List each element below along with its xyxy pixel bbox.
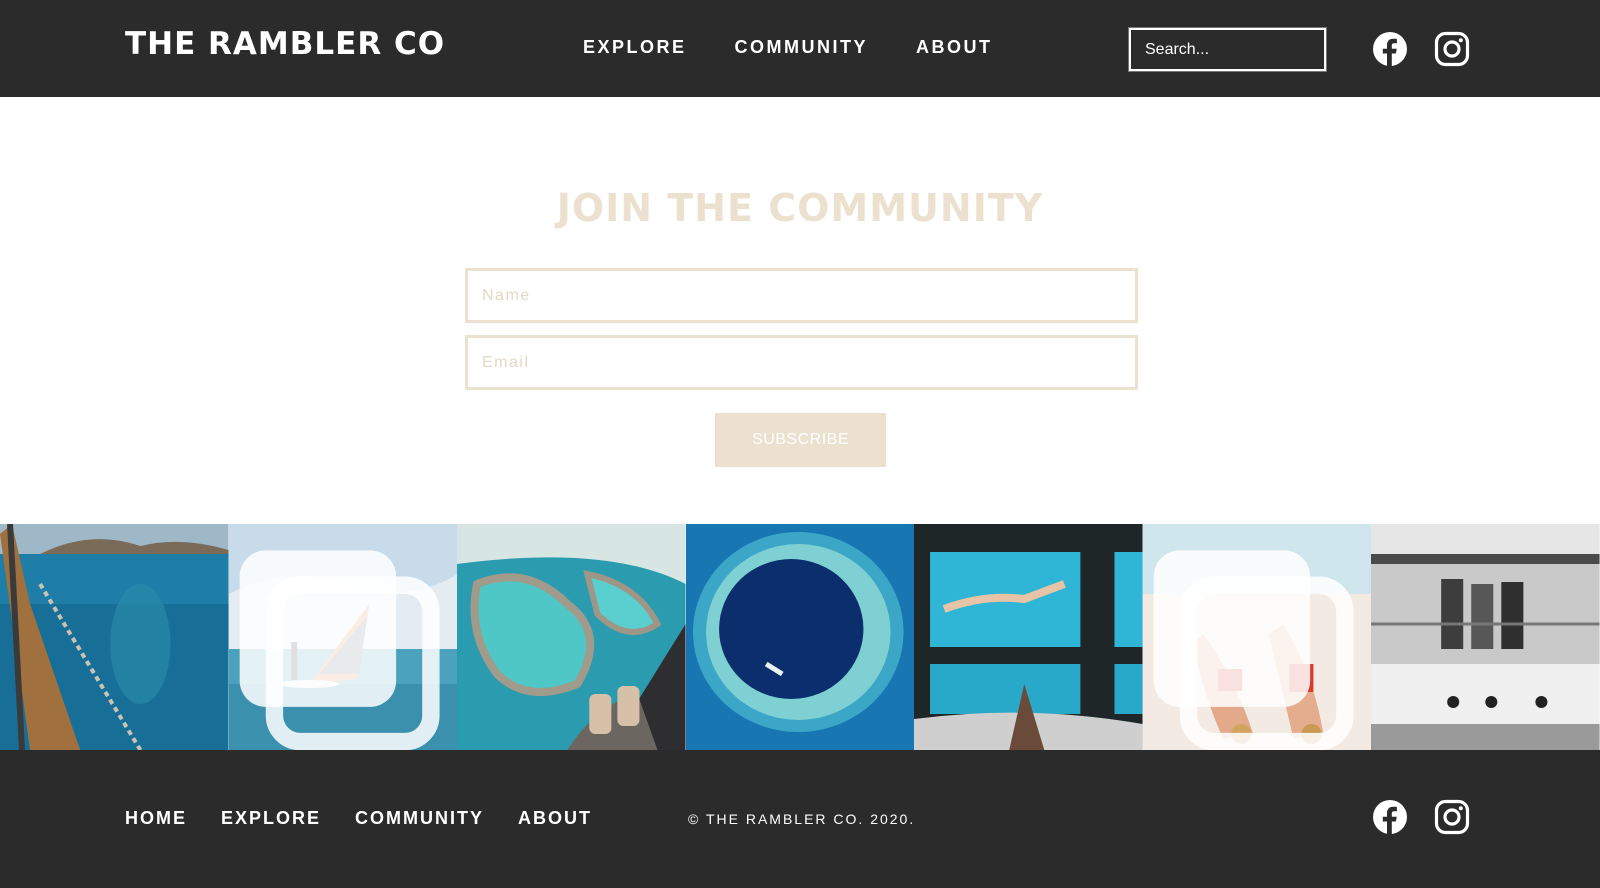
multi-photo-icon [1153, 550, 1354, 750]
site-logo[interactable]: THE RAMBLER CO [125, 26, 445, 62]
gallery-photo-windsurfer[interactable] [228, 524, 458, 750]
name-field[interactable] [465, 268, 1138, 323]
footer-nav-home[interactable]: HOME [125, 808, 187, 829]
photo-boat-bow [0, 524, 229, 750]
subscribe-button[interactable]: SUBSCRIBE [715, 413, 886, 467]
instagram-icon [1434, 31, 1470, 67]
photo-vintage-boat [1371, 524, 1600, 750]
instagram-link[interactable] [1434, 31, 1470, 67]
main-nav: EXPLORE COMMUNITY ABOUT [583, 37, 1041, 58]
photo-underwater-window [914, 524, 1143, 750]
facebook-icon [1373, 32, 1407, 66]
footer-nav-about[interactable]: ABOUT [518, 808, 592, 829]
facebook-link[interactable] [1372, 31, 1408, 67]
multi-photo-icon [239, 550, 440, 750]
gallery-photo-beach-women[interactable] [1142, 524, 1372, 750]
facebook-link[interactable] [1372, 799, 1408, 835]
facebook-icon [1373, 800, 1407, 834]
gallery-photo-vintage-boat[interactable] [1371, 524, 1600, 750]
photo-aerial-reef [457, 524, 686, 750]
header-social-links [1372, 31, 1470, 67]
site-footer: HOME EXPLORE COMMUNITY ABOUT © THE RAMBL… [0, 750, 1600, 888]
instagram-gallery [0, 524, 1600, 750]
site-header: THE RAMBLER CO EXPLORE COMMUNITY ABOUT [0, 0, 1600, 97]
photo-blue-hole [685, 524, 915, 750]
nav-about[interactable]: ABOUT [916, 37, 993, 58]
copyright-text: © THE RAMBLER CO. 2020. [688, 811, 916, 827]
footer-nav: HOME EXPLORE COMMUNITY ABOUT [125, 808, 626, 829]
gallery-photo-aerial-reef[interactable] [457, 524, 686, 750]
footer-nav-community[interactable]: COMMUNITY [355, 808, 484, 829]
email-field[interactable] [465, 335, 1138, 390]
gallery-photo-boat-bow[interactable] [0, 524, 229, 750]
footer-nav-explore[interactable]: EXPLORE [221, 808, 321, 829]
nav-explore[interactable]: EXPLORE [583, 37, 687, 58]
footer-social-links [1372, 799, 1470, 835]
search-input[interactable] [1128, 27, 1327, 72]
gallery-photo-underwater-window[interactable] [914, 524, 1143, 750]
instagram-link[interactable] [1434, 799, 1470, 835]
instagram-icon [1434, 799, 1470, 835]
join-title: JOIN THE COMMUNITY [556, 186, 1044, 230]
nav-community[interactable]: COMMUNITY [735, 37, 869, 58]
gallery-photo-blue-hole[interactable] [685, 524, 915, 750]
